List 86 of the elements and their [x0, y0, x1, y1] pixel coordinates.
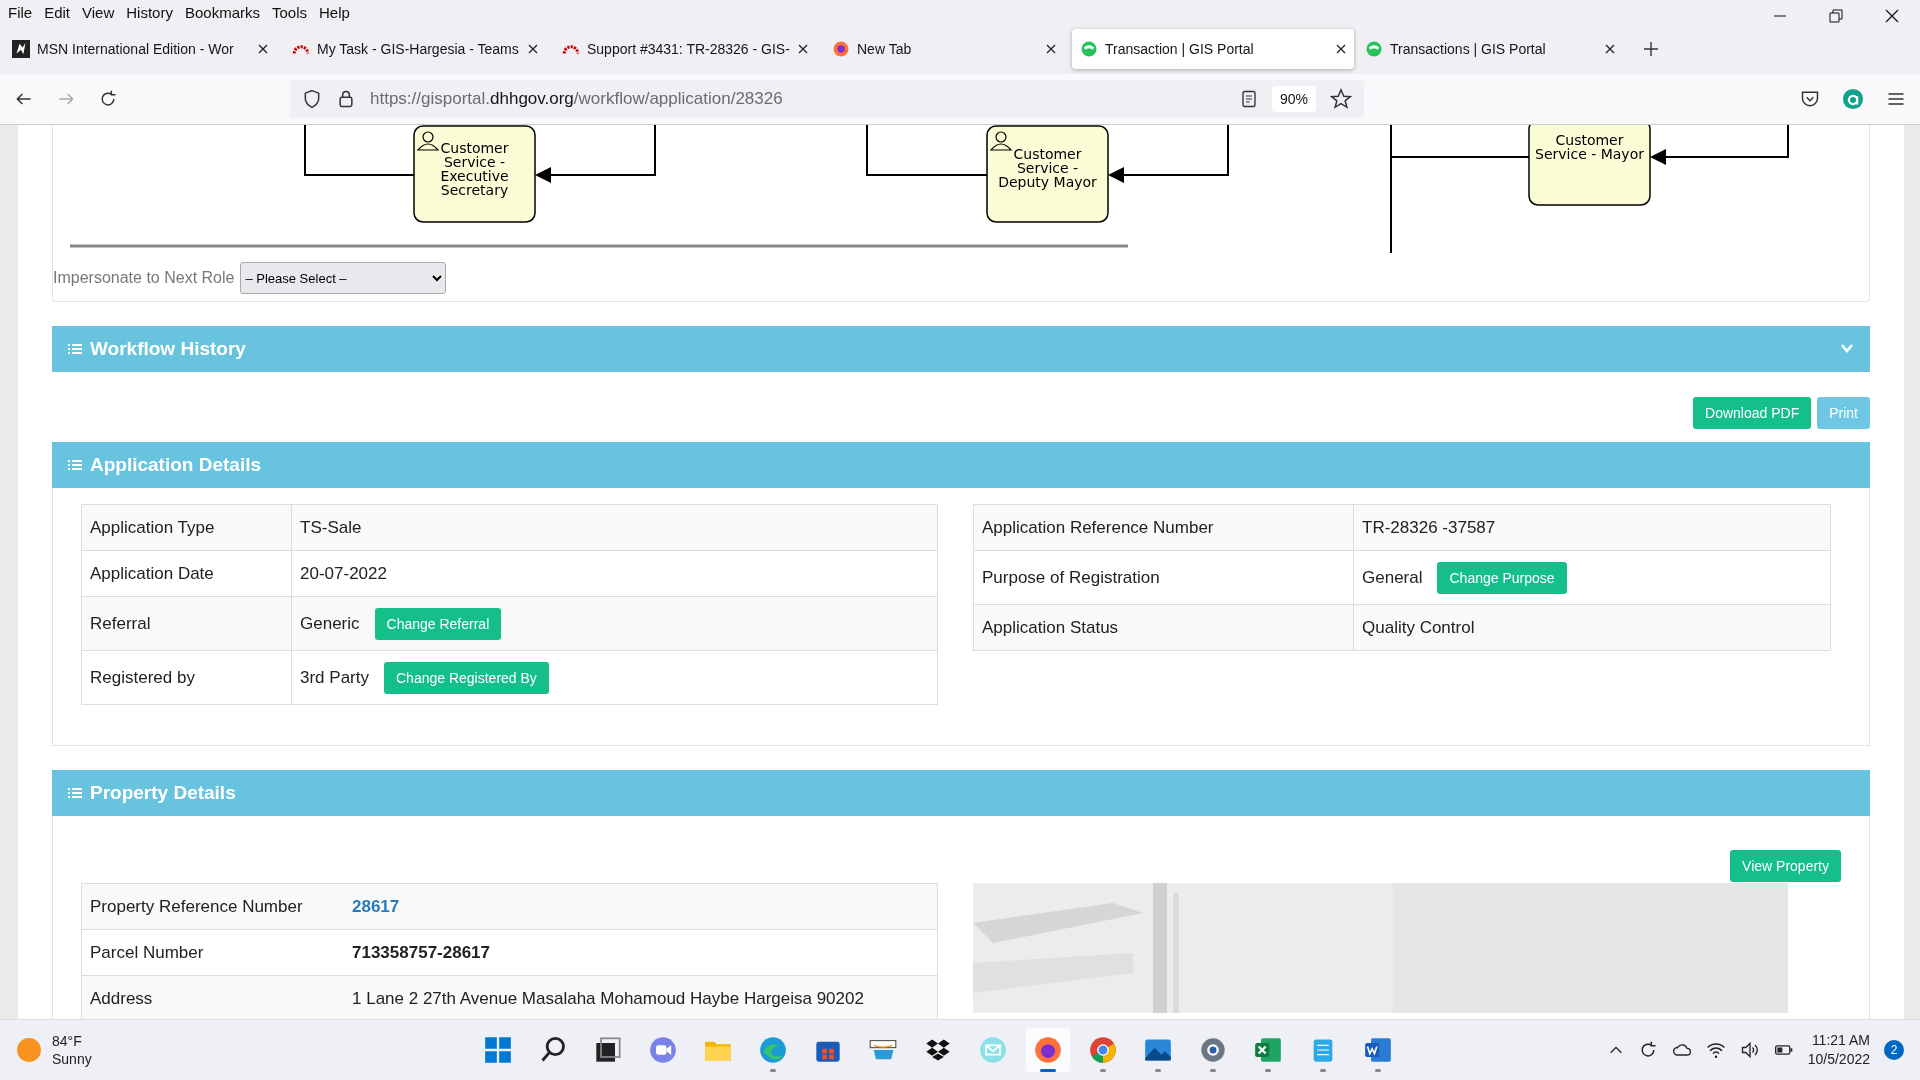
restore-icon[interactable] — [1829, 9, 1843, 23]
settings-icon — [1199, 1036, 1227, 1064]
reload-icon[interactable] — [98, 89, 118, 109]
field-label: Parcel Number — [90, 942, 204, 963]
field-value: 3rd Party — [300, 667, 369, 688]
globe-icon — [1080, 40, 1098, 58]
edge-icon — [759, 1036, 787, 1064]
volume-icon[interactable] — [1739, 1040, 1760, 1060]
close-icon[interactable] — [258, 44, 268, 54]
field-value: Quality Control — [1362, 617, 1475, 638]
menu-item[interactable]: Help — [315, 3, 358, 21]
close-icon[interactable] — [798, 44, 808, 54]
wifi-icon[interactable] — [1705, 1040, 1726, 1060]
field-value: TS-Sale — [300, 517, 362, 538]
role-select[interactable]: – Please Select – — [240, 262, 447, 294]
shield-icon — [302, 89, 322, 109]
field-label: Property Reference Number — [90, 896, 303, 917]
field-label: Application Date — [90, 563, 214, 584]
search-icon — [539, 1036, 567, 1064]
menu-item[interactable]: File — [4, 3, 41, 21]
notification-badge[interactable]: 2 — [1884, 1040, 1904, 1060]
field-value: 1 Lane 2 27th Avenue Masalaha Mohamoud Haybe Hargeisa 90202 — [352, 988, 864, 1009]
field-value: General — [1362, 567, 1423, 588]
extension-icon[interactable] — [1842, 88, 1864, 110]
mail-icon — [979, 1036, 1007, 1064]
clock[interactable]: 11:21 AM 10/5/2022 — [1807, 1031, 1870, 1069]
property-link[interactable]: 28617 — [352, 896, 400, 917]
field-value: TR-28326 -37587 — [1362, 517, 1496, 538]
new-tab-icon[interactable] — [1643, 41, 1659, 57]
field-label: Impersonate to Next Role — [53, 269, 235, 287]
document-icon — [1364, 1036, 1392, 1064]
taskbar-app[interactable] — [1026, 1028, 1070, 1072]
browser-tab[interactable]: My Task - GIS-Hargesia - Teams — [284, 29, 546, 69]
field-label: Purpose of Registration — [982, 567, 1160, 588]
list-icon — [68, 786, 82, 800]
field-value: Generic — [300, 613, 360, 634]
browser-tab[interactable]: Transactions | GIS Portal — [1357, 29, 1623, 69]
browser-tab[interactable]: Transaction | GIS Portal — [1072, 29, 1354, 69]
section-title: Property Details — [90, 782, 236, 804]
browser-tab[interactable]: MSN International Edition - Wor — [4, 29, 276, 69]
browser-tab[interactable]: New Tab — [824, 29, 1064, 69]
spreadsheet-icon — [1254, 1036, 1282, 1064]
field-value: 713358757-28617 — [352, 942, 491, 963]
field-label: Application Type — [90, 517, 215, 538]
zoom-level[interactable]: 90% — [1271, 86, 1316, 112]
list-icon — [68, 458, 82, 472]
menu-item[interactable]: Bookmarks — [180, 3, 268, 21]
globe-icon — [1365, 40, 1383, 58]
field-label: Address — [90, 988, 153, 1009]
menu-item[interactable]: View — [78, 3, 123, 21]
node-label: Customer Service - Deputy Mayor — [998, 146, 1097, 190]
temperature: 84°F — [52, 1032, 83, 1050]
firefox-icon — [1034, 1036, 1062, 1064]
field-label: Referral — [90, 613, 151, 634]
address-bar[interactable]: https://gisportal.dhhgov.org/workflow/application/28326 90% — [290, 80, 1364, 118]
close-icon[interactable] — [1046, 44, 1056, 54]
node-label: Customer Service - Executive Secretary — [440, 140, 509, 198]
list-icon — [68, 342, 82, 356]
close-icon[interactable] — [528, 44, 538, 54]
menu-item[interactable]: Tools — [268, 3, 315, 21]
menu-item[interactable]: History — [122, 3, 181, 21]
video-chat-icon — [649, 1036, 677, 1064]
sun-icon — [16, 1037, 42, 1063]
chrome-icon — [1089, 1036, 1117, 1064]
weather-condition: Sunny — [52, 1050, 92, 1068]
star-icon[interactable] — [1330, 88, 1352, 110]
url-text: https://gisportal.dhhgov.org/workflow/application/28326 — [370, 89, 784, 109]
task-view-icon — [594, 1036, 622, 1064]
pocket-icon[interactable] — [1800, 89, 1820, 109]
section-title: Workflow History — [90, 338, 246, 360]
menu-item[interactable]: Edit — [40, 3, 79, 21]
field-label: Registered by — [90, 667, 195, 688]
reader-view-icon[interactable] — [1239, 90, 1258, 108]
close-icon[interactable] — [1605, 44, 1615, 54]
butterfly-icon — [12, 40, 30, 58]
start-icon — [484, 1036, 512, 1064]
field-label: Application Status — [982, 617, 1119, 638]
close-icon[interactable] — [1336, 44, 1346, 54]
browser-tab[interactable]: Support #3431: TR-28326 - GIS- — [554, 29, 816, 69]
field-label: Application Reference Number — [982, 517, 1214, 538]
lock-icon — [336, 89, 356, 109]
field-value: 20-07-2022 — [300, 563, 387, 584]
firefox-icon — [832, 40, 850, 58]
node-label: Customer Service - Mayor — [1535, 132, 1644, 162]
section-title: Application Details — [90, 454, 262, 476]
close-icon[interactable] — [1885, 9, 1899, 23]
